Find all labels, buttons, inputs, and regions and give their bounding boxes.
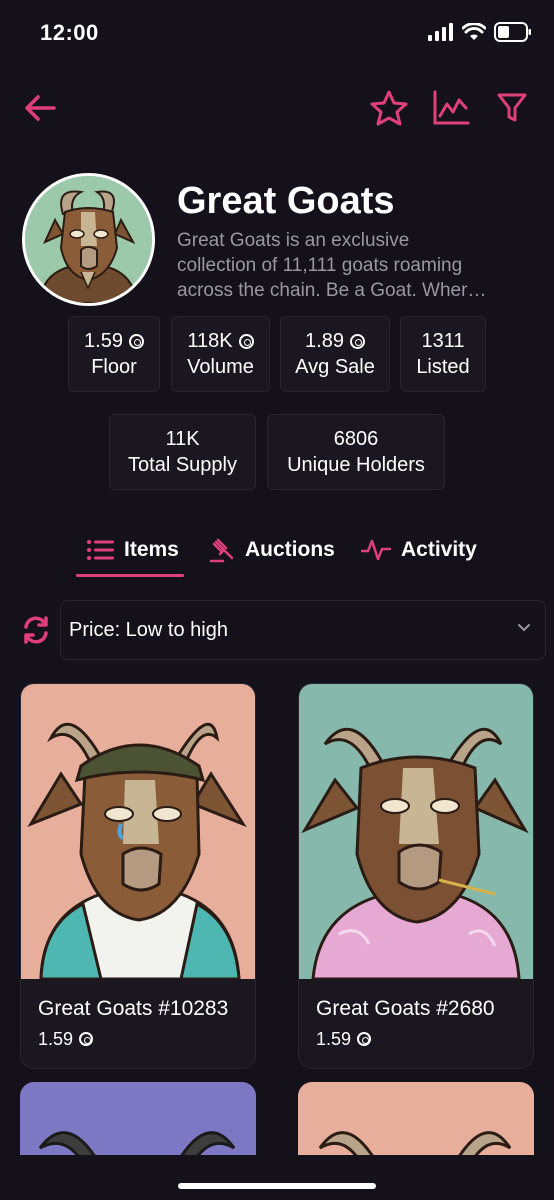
pulse-icon [361,539,391,561]
tab-activity[interactable]: Activity [361,530,477,570]
chevron-down-icon [518,624,530,632]
stat-avg-sale: 1.89 Avg Sale [280,316,390,392]
coin-icon [357,1032,372,1046]
stat-label: Listed [416,356,470,378]
stat-value: 118K [187,330,233,352]
tab-label: Auctions [245,538,335,561]
stat-value: 11K [165,428,200,450]
collection-screen: 12:00 Great Goats Great Goats is an excl… [0,0,554,1200]
nft-image [21,684,255,979]
refresh-button[interactable] [20,612,52,648]
stat-label: Floor [91,356,137,378]
sort-value: Price: Low to high [69,618,228,641]
stat-volume: 118K Volume [171,316,270,392]
collection-avatar [22,173,155,306]
status-icons [428,22,532,42]
stat-label: Unique Holders [287,454,425,476]
stat-label: Avg Sale [295,356,375,378]
nft-image [299,684,533,979]
nft-card[interactable]: Great Goats #10283 1.59 [20,683,256,1069]
favorite-button[interactable] [367,86,411,130]
active-tab-indicator [76,574,184,577]
goat-image [21,684,255,979]
stat-label: Volume [187,356,254,378]
collection-description[interactable]: Great Goats is an exclusive collection o… [177,228,527,303]
star-icon [370,90,408,126]
tab-items[interactable]: Items [86,530,179,570]
description-line: Great Goats is an exclusive [177,230,410,251]
coin-icon [349,333,365,349]
stat-floor: 1.59 Floor [68,316,160,392]
refresh-icon [24,616,48,644]
battery-icon [494,22,531,42]
stat-value: 6806 [333,428,379,450]
description-line: across the chain. Be a Goat. Wher… [177,280,487,301]
top-nav [0,86,554,130]
stat-listed: 1311 Listed [400,316,486,392]
nft-name: Great Goats #2680 [316,997,495,1020]
filter-icon [497,93,527,122]
list-icon [87,540,114,560]
arrow-left-icon [25,95,56,121]
filter-button[interactable] [490,86,534,130]
nft-card[interactable]: Great Goats #2680 1.59 [298,683,534,1069]
stat-value: 1.89 [305,330,344,352]
goat-avatar-image [25,176,152,303]
status-time: 12:00 [40,20,99,45]
nft-name: Great Goats #10283 [38,997,229,1020]
price-value: 1.59 [316,1029,352,1049]
coin-icon [128,333,144,349]
wifi-icon [462,23,486,40]
price-value: 1.59 [38,1029,74,1049]
coin-icon [79,1032,94,1046]
coin-icon [238,333,254,349]
stats-button[interactable] [429,86,473,130]
tab-auctions[interactable]: Auctions [209,530,335,570]
chart-icon [433,90,470,125]
nft-price: 1.59 [316,1027,372,1051]
nft-price: 1.59 [38,1027,94,1051]
status-bar: 12:00 [0,0,554,64]
gavel-icon [209,538,234,563]
stat-value: 1311 [421,330,465,352]
home-indicator [178,1183,376,1189]
stat-value: 1.59 [84,330,123,352]
tab-label: Items [124,538,179,561]
tab-label: Activity [401,538,477,561]
sort-dropdown[interactable]: Price: Low to high [60,600,546,660]
goat-image [299,684,533,979]
collection-title: Great Goats [177,180,395,222]
bottom-safe-area [0,1155,554,1200]
signal-icon [428,23,453,41]
stat-label: Total Supply [128,454,237,476]
description-line: collection of 11,111 goats roaming [177,255,463,276]
stat-unique-holders: 6806 Unique Holders [267,414,445,490]
stat-total-supply: 11K Total Supply [109,414,256,490]
back-button[interactable] [18,86,62,130]
